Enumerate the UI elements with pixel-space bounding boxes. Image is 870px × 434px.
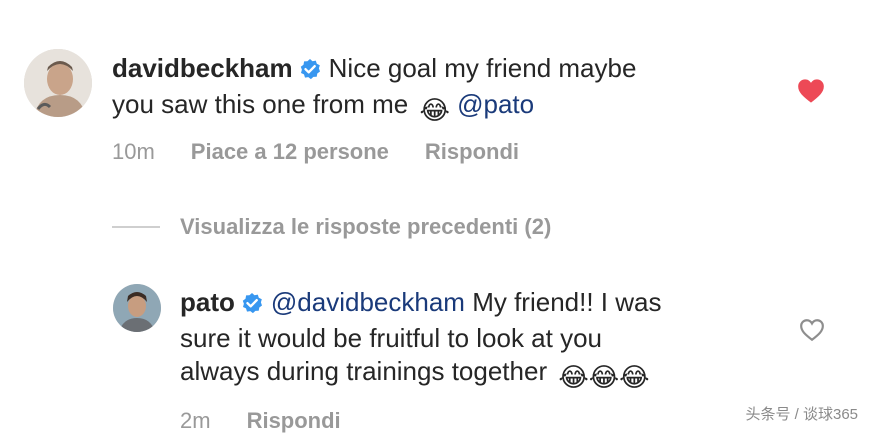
likes-count-link[interactable]: Piace a 12 persone	[191, 139, 389, 164]
comment-text-line: My friend!! I was	[472, 287, 662, 317]
timestamp: 10m	[112, 139, 155, 164]
comment-meta: 10m Piace a 12 persone Rispondi	[112, 139, 555, 165]
timestamp: 2m	[180, 408, 211, 433]
verified-badge-icon	[299, 55, 321, 88]
laughing-emoji-icon: 😂😂😂	[558, 362, 650, 392]
like-heart-icon[interactable]	[797, 78, 825, 109]
comment-body: davidbeckham Nice goal my friend maybe yo…	[112, 52, 636, 127]
avatar-pato[interactable]	[113, 284, 161, 332]
reply-button[interactable]: Rispondi	[425, 139, 519, 164]
view-previous-replies-button[interactable]: Visualizza le risposte precedenti (2)	[112, 214, 551, 240]
laughing-emoji-icon: 😂	[419, 95, 450, 125]
reply-body: pato @davidbeckham My friend!! I was sure…	[180, 286, 661, 394]
divider	[112, 226, 160, 228]
comment-text-line: always during trainings together	[180, 356, 548, 386]
reply-meta: 2m Rispondi	[180, 408, 377, 434]
mention-link[interactable]: @davidbeckham	[271, 287, 465, 317]
reply-button[interactable]: Rispondi	[247, 408, 341, 433]
like-heart-outline-icon[interactable]	[799, 318, 825, 347]
comment-text-line: Nice goal my friend maybe	[328, 53, 637, 83]
view-previous-replies-label: Visualizza le risposte precedenti (2)	[180, 214, 552, 239]
mention-link[interactable]: @pato	[457, 89, 534, 119]
comment-text-line: you saw this one from me	[112, 89, 409, 119]
verified-badge-icon	[241, 289, 263, 322]
username-link[interactable]: pato	[180, 287, 235, 317]
username-link[interactable]: davidbeckham	[112, 53, 293, 83]
comment-text-line: sure it would be fruitful to look at you	[180, 323, 603, 353]
avatar-davidbeckham[interactable]	[24, 49, 92, 117]
watermark: 头条号 / 谈球365	[745, 406, 858, 423]
